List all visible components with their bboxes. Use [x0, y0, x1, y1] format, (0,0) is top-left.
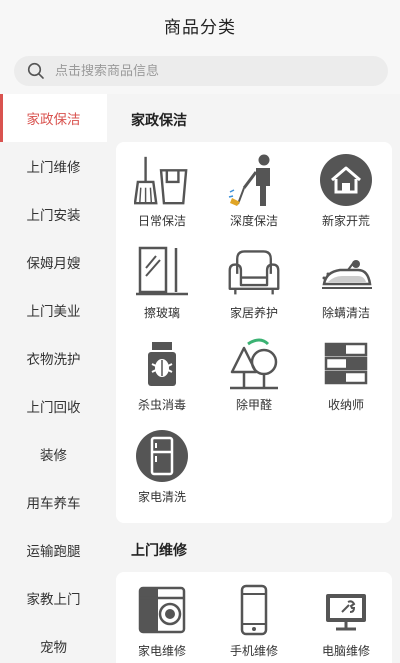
item-appliance-repair[interactable]: 家电维修 [116, 582, 208, 659]
item-label: 除甲醛 [235, 398, 272, 412]
sidebar-item-label: 衣物洗护 [26, 352, 81, 368]
sidebar-item-label: 装修 [40, 448, 67, 464]
sidebar-item-label: 用车养车 [26, 496, 81, 512]
sidebar-item-label: 家教上门 [26, 592, 81, 608]
phone-icon [226, 582, 282, 638]
sidebar-item-delivery[interactable]: 运输跑腿 [0, 526, 107, 574]
item-label: 电脑维修 [321, 644, 370, 658]
item-label: 日常保洁 [137, 214, 186, 228]
sofa-icon [226, 244, 282, 300]
item-label: 深度保洁 [229, 214, 278, 228]
search-input[interactable] [55, 63, 345, 79]
item-phone-repair[interactable]: 手机维修 [208, 582, 300, 659]
item-deep-cleaning[interactable]: 深度保洁 [208, 152, 300, 229]
house-icon [318, 152, 374, 208]
sidebar-item-beauty[interactable]: 上门美业 [0, 286, 107, 334]
sidebar-item-car[interactable]: 用车养车 [0, 478, 107, 526]
search-bar [0, 50, 400, 94]
item-appliance-cleaning[interactable]: 家电清洗 [116, 428, 208, 505]
sidebar-item-label: 宠物 [40, 640, 67, 656]
item-label: 家电清洗 [137, 490, 186, 504]
category-sidebar: 家政保洁 上门维修 上门安装 保姆月嫂 上门美业 衣物洗护 上门回收 装修 用车… [0, 94, 107, 663]
sidebar-item-tutor[interactable]: 家教上门 [0, 574, 107, 622]
sidebar-item-pets[interactable]: 宠物 [0, 622, 107, 663]
computer-wrench-icon [318, 582, 374, 638]
sidebar-item-label: 上门安装 [26, 208, 81, 224]
sidebar-item-label: 上门维修 [26, 160, 81, 176]
sidebar-item-label: 上门回收 [26, 400, 81, 416]
sidebar-item-label: 上门美业 [26, 304, 81, 320]
sidebar-item-label: 保姆月嫂 [26, 256, 81, 272]
washing-machine-icon [134, 582, 190, 638]
search-icon [27, 62, 44, 79]
sidebar-item-install[interactable]: 上门安装 [0, 190, 107, 238]
top-bar: 商品分类 [0, 0, 400, 50]
page-title: 商品分类 [164, 17, 236, 38]
bug-jar-icon [134, 336, 190, 392]
sidebar-item-laundry[interactable]: 衣物洗护 [0, 334, 107, 382]
item-label: 擦玻璃 [143, 306, 180, 320]
repair-card: 家电维修 手机维修 电脑维修 [116, 572, 392, 663]
sidebar-item-label: 运输跑腿 [26, 544, 81, 560]
item-organizer[interactable]: 收纳师 [300, 336, 392, 413]
item-label: 家电维修 [137, 644, 186, 658]
item-new-home-cleaning[interactable]: 新家开荒 [300, 152, 392, 229]
housekeeping-card: 日常保洁 深度保洁 新家开荒 擦玻璃 家居养护 除螨清洁 杀虫消毒 除甲醛 收纳… [116, 142, 392, 523]
window-glass-icon [134, 244, 190, 300]
item-window-cleaning[interactable]: 擦玻璃 [116, 244, 208, 321]
item-label: 手机维修 [229, 644, 278, 658]
item-furniture-care[interactable]: 家居养护 [208, 244, 300, 321]
item-label: 收纳师 [327, 398, 364, 412]
sidebar-item-repair[interactable]: 上门维修 [0, 142, 107, 190]
item-mite-removal[interactable]: 除螨清洁 [300, 244, 392, 321]
section-title-repair: 上门维修 [131, 543, 187, 559]
tree-icon [226, 336, 282, 392]
broom-bucket-icon [134, 152, 190, 208]
cleaner-person-icon [226, 152, 282, 208]
item-computer-repair[interactable]: 电脑维修 [300, 582, 392, 659]
category-content: 家政保洁 日常保洁 深度保洁 新家开荒 擦玻璃 家居养护 除螨清洁 杀虫消毒 除… [107, 94, 400, 663]
sidebar-item-label: 家政保洁 [26, 112, 81, 128]
item-daily-cleaning[interactable]: 日常保洁 [116, 152, 208, 229]
section-title-housekeeping: 家政保洁 [131, 113, 187, 129]
storage-drawers-icon [318, 336, 374, 392]
item-label: 除螨清洁 [321, 306, 370, 320]
item-label: 新家开荒 [321, 214, 370, 228]
sidebar-item-recycle[interactable]: 上门回收 [0, 382, 107, 430]
sidebar-item-renovation[interactable]: 装修 [0, 430, 107, 478]
vacuum-icon [318, 244, 374, 300]
search-box[interactable] [14, 56, 388, 86]
item-label: 杀虫消毒 [137, 398, 186, 412]
item-label: 家居养护 [229, 306, 278, 320]
sidebar-item-housekeeping[interactable]: 家政保洁 [0, 94, 107, 142]
item-formaldehyde-removal[interactable]: 除甲醛 [208, 336, 300, 413]
fridge-icon [134, 428, 190, 484]
sidebar-item-nanny[interactable]: 保姆月嫂 [0, 238, 107, 286]
item-pest-control[interactable]: 杀虫消毒 [116, 336, 208, 413]
